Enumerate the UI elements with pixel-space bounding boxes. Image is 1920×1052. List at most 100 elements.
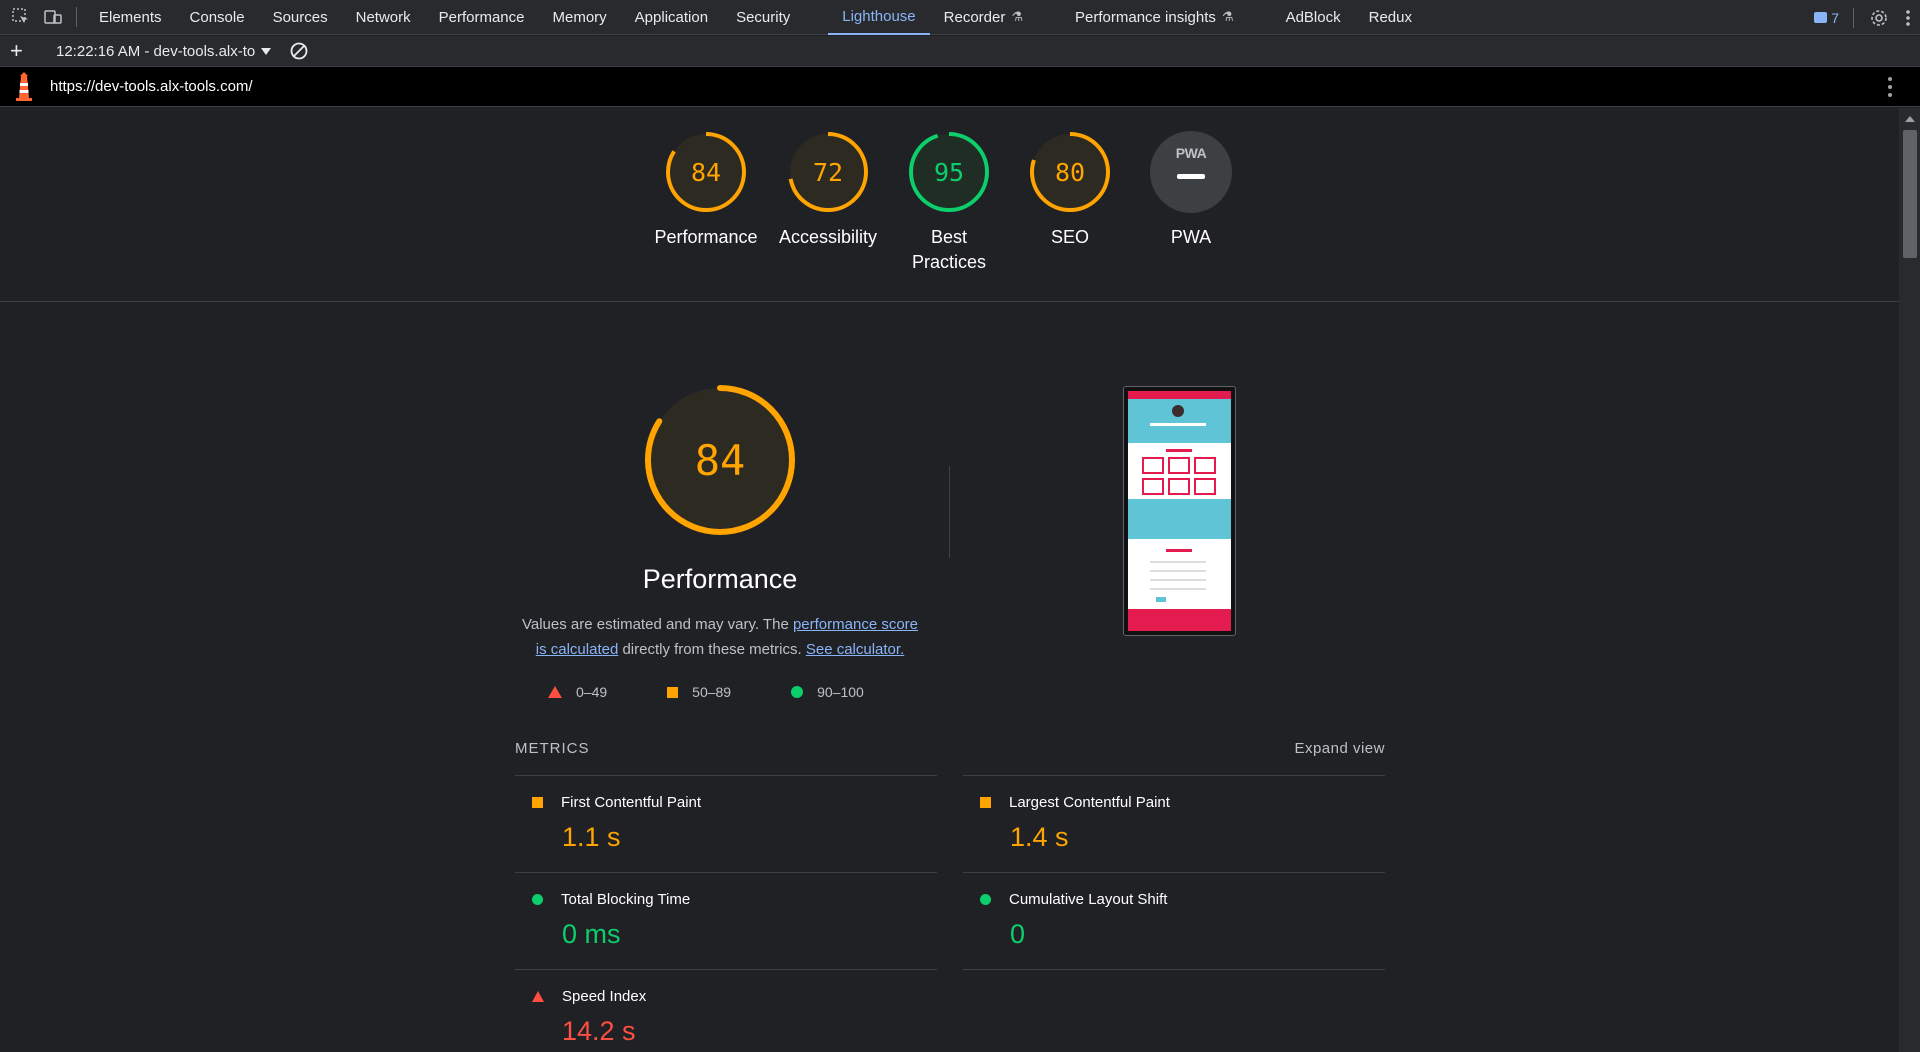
section-divider	[949, 466, 950, 558]
tab-recorder[interactable]: Recorder ⚗	[930, 0, 1037, 35]
report-scrollbar[interactable]	[1899, 108, 1920, 1052]
metric-total-blocking-time[interactable]: Total Blocking Time 0 ms	[515, 872, 937, 969]
toolbar-right: 7	[1814, 0, 1912, 35]
tab-performance[interactable]: Performance	[425, 0, 539, 35]
metric-name: Largest Contentful Paint	[1009, 794, 1170, 811]
gauge-label: SEO	[1050, 227, 1089, 247]
metric-first-contentful-paint[interactable]: First Contentful Paint 1.1 s	[515, 775, 937, 872]
tab-performance-insights[interactable]: Performance insights ⚗	[1061, 0, 1248, 35]
metric-name: Speed Index	[562, 988, 647, 1005]
legend-range: 90–100	[817, 684, 864, 700]
metrics-header: METRICS Expand view	[515, 740, 1385, 757]
issues-count: 7	[1831, 9, 1839, 26]
pass-circle-icon	[532, 894, 543, 905]
metric-value: 0 ms	[562, 919, 621, 949]
performance-title: Performance	[642, 564, 798, 594]
issues-counter[interactable]: 7	[1814, 10, 1839, 26]
legend-pass: 90–100	[791, 684, 864, 700]
devtools-tab-bar: Elements Console Sources Network Perform…	[0, 0, 1920, 35]
issues-icon	[1814, 12, 1828, 23]
gauge-score: 84	[690, 157, 722, 187]
average-square-icon	[667, 686, 679, 698]
screenshot-image	[1128, 391, 1231, 631]
pass-circle-icon	[791, 686, 804, 698]
scrollbar-thumb[interactable]	[1903, 130, 1917, 258]
gauge-label: Accessibility	[778, 227, 878, 247]
gauge-accessibility[interactable]: 72 Accessibility	[768, 131, 888, 250]
legend-fail: 0–49	[548, 684, 607, 700]
lighthouse-logo-icon	[16, 71, 32, 101]
tab-memory[interactable]: Memory	[539, 0, 621, 35]
inspect-element-icon[interactable]	[10, 6, 32, 28]
metric-value: 0	[1010, 919, 1026, 949]
pass-circle-icon	[980, 894, 991, 905]
calculator-link[interactable]: See calculator.	[806, 641, 904, 658]
legend-range: 50–89	[692, 684, 732, 700]
report-selector[interactable]: 12:22:16 AM - dev-tools.alx-to	[56, 43, 272, 60]
tab-network[interactable]: Network	[342, 0, 425, 35]
fail-triangle-icon	[532, 991, 544, 1002]
pwa-dash	[1177, 174, 1205, 179]
toolbar-divider	[76, 7, 77, 27]
scroll-up-arrow-icon[interactable]	[1905, 116, 1915, 122]
gauge-ring: 95	[908, 131, 990, 213]
legend-average: 50–89	[667, 684, 731, 700]
desc-text: directly from these metrics.	[618, 641, 806, 658]
gauge-seo[interactable]: 80 SEO	[1010, 131, 1130, 250]
tab-lighthouse[interactable]: Lighthouse	[828, 0, 930, 35]
score-gauges: 84 Performance 72 Accessibility 95 Best …	[0, 108, 1899, 302]
desc-text: Values are estimated and may vary. The	[521, 616, 793, 633]
metric-cumulative-layout-shift[interactable]: Cumulative Layout Shift 0	[963, 872, 1385, 969]
gauge-ring: 84	[665, 131, 747, 213]
tab-elements[interactable]: Elements	[85, 0, 176, 35]
gauge-label: Performance	[654, 227, 758, 247]
final-screenshot[interactable]	[1123, 386, 1236, 636]
tab-label: Application	[634, 8, 709, 26]
metric-name: Total Blocking Time	[561, 891, 691, 908]
metric-value: 1.4 s	[1010, 822, 1069, 852]
expand-view-toggle[interactable]: Expand view	[1294, 740, 1385, 757]
settings-gear-icon[interactable]	[1868, 7, 1890, 29]
tab-label: Recorder	[943, 8, 1006, 26]
tab-sources[interactable]: Sources	[259, 0, 342, 35]
tab-label: Console	[189, 8, 245, 26]
toolbar-divider	[1853, 7, 1854, 28]
tab-label: Redux	[1368, 8, 1412, 26]
pwa-badge-icon: PWA	[1150, 131, 1232, 213]
gauge-best-practices[interactable]: 95 Best Practices	[889, 131, 1009, 275]
more-options-icon[interactable]	[1904, 7, 1912, 29]
gauge-pwa[interactable]: PWA PWA	[1131, 131, 1251, 250]
fail-triangle-icon	[548, 686, 562, 698]
chevron-down-icon	[261, 47, 272, 55]
gauge-performance[interactable]: 84 Performance	[646, 131, 766, 250]
performance-score: 84	[694, 435, 746, 485]
gauge-score: 95	[933, 157, 965, 187]
clear-icon[interactable]	[289, 41, 309, 61]
pwa-badge-text: PWA	[1175, 145, 1207, 161]
gauge-ring: 72	[787, 131, 869, 213]
score-legend: 0–49 50–89 90–100	[548, 684, 924, 700]
tab-application[interactable]: Application	[621, 0, 722, 35]
average-square-icon	[532, 797, 543, 808]
gauge-score: 80	[1054, 157, 1086, 187]
report-url[interactable]: https://dev-tools.alx-tools.com/	[50, 78, 253, 95]
add-icon[interactable]: +	[10, 40, 30, 62]
tab-label: Performance insights	[1075, 8, 1216, 26]
experiment-flask-icon: ⚗	[1011, 9, 1024, 24]
tab-label: Memory	[552, 8, 607, 26]
average-square-icon	[980, 797, 991, 808]
metric-name: Cumulative Layout Shift	[1009, 891, 1168, 908]
legend-range: 0–49	[576, 684, 608, 700]
report-menu-icon[interactable]	[1888, 77, 1892, 97]
device-toolbar-icon[interactable]	[42, 6, 64, 28]
metric-speed-index[interactable]: Speed Index 14.2 s	[515, 969, 937, 1052]
lighthouse-report: 84 Performance 72 Accessibility 95 Best …	[0, 108, 1899, 1052]
metric-largest-contentful-paint[interactable]: Largest Contentful Paint 1.4 s	[963, 775, 1385, 872]
report-url-bar: https://dev-tools.alx-tools.com/	[0, 67, 1920, 107]
metrics-title: METRICS	[515, 740, 590, 757]
tab-label: Performance	[438, 8, 525, 26]
tab-redux[interactable]: Redux	[1355, 0, 1426, 35]
tab-security[interactable]: Security	[722, 0, 804, 35]
tab-adblock[interactable]: AdBlock	[1272, 0, 1355, 35]
tab-console[interactable]: Console	[176, 0, 259, 35]
